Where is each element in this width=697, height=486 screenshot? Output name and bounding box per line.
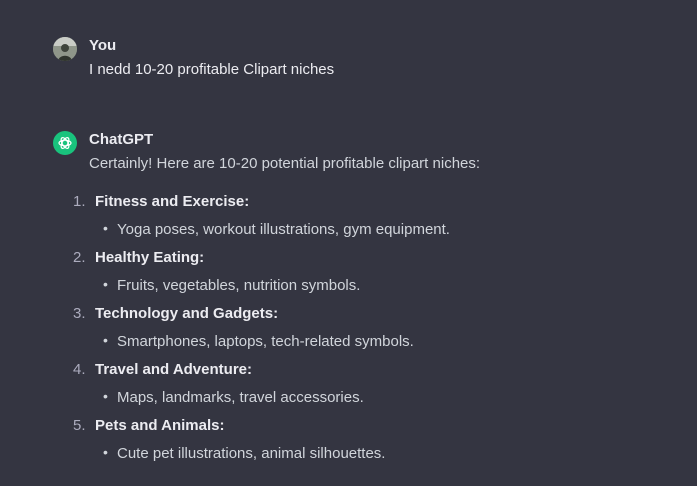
assistant-avatar bbox=[53, 131, 77, 155]
niche-detail: • Fruits, vegetables, nutrition symbols. bbox=[95, 276, 677, 296]
niche-detail-text: Smartphones, laptops, tech-related symbo… bbox=[117, 333, 414, 350]
niche-title: Healthy Eating: bbox=[95, 249, 205, 266]
assistant-message-content: ChatGPT Certainly! Here are 10-20 potent… bbox=[73, 130, 677, 464]
niche-detail-list: • Cute pet illustrations, animal silhouet… bbox=[95, 444, 677, 464]
bullet-icon: • bbox=[103, 220, 108, 236]
niche-title: Technology and Gadgets: bbox=[95, 305, 279, 322]
niche-title: Travel and Adventure: bbox=[95, 361, 252, 378]
niche-list-item: 4. Travel and Adventure: • Maps, landmark… bbox=[73, 360, 677, 408]
niche-detail: • Cute pet illustrations, animal silhouet… bbox=[95, 444, 677, 464]
niche-detail-list: • Maps, landmarks, travel accessories. bbox=[95, 388, 677, 408]
niche-list-item: 1. Fitness and Exercise: • Yoga poses, wo… bbox=[73, 192, 677, 240]
niche-detail-list: • Yoga poses, workout illustrations, gym … bbox=[95, 220, 677, 240]
niche-detail-text: Maps, landmarks, travel accessories. bbox=[117, 389, 364, 406]
bullet-icon: • bbox=[103, 388, 108, 404]
user-message-text: I nedd 10-20 profitable Clipart niches bbox=[89, 61, 335, 78]
niche-list-item: 3. Technology and Gadgets: • Smartphones,… bbox=[73, 304, 677, 352]
niche-number: 1. bbox=[73, 193, 86, 210]
user-message: You I nedd 10-20 profitable Clipart nich… bbox=[53, 36, 677, 80]
bullet-icon: • bbox=[103, 444, 108, 460]
niche-number: 3. bbox=[73, 305, 86, 322]
niche-detail-text: Yoga poses, workout illustrations, gym e… bbox=[117, 221, 450, 238]
bullet-icon: • bbox=[103, 332, 108, 348]
niche-detail: • Smartphones, laptops, tech-related symb… bbox=[95, 332, 677, 352]
niche-list-item: 5. Pets and Animals: • Cute pet illustrat… bbox=[73, 416, 677, 464]
niche-list: 1. Fitness and Exercise: • Yoga poses, wo… bbox=[73, 192, 677, 464]
niche-detail-text: Cute pet illustrations, animal silhouett… bbox=[117, 445, 386, 462]
niche-title: Pets and Animals: bbox=[95, 417, 225, 434]
assistant-intro-text: Certainly! Here are 10-20 potential prof… bbox=[89, 155, 481, 172]
niche-detail: • Yoga poses, workout illustrations, gym … bbox=[95, 220, 677, 240]
niche-list-item: 2. Healthy Eating: • Fruits, vegetables, … bbox=[73, 248, 677, 296]
niche-title: Fitness and Exercise: bbox=[95, 193, 250, 210]
user-author-name: You bbox=[89, 37, 117, 54]
bullet-icon: • bbox=[103, 276, 108, 292]
user-avatar-photo-icon bbox=[53, 37, 77, 61]
niche-number: 5. bbox=[73, 417, 86, 434]
assistant-message: ChatGPT Certainly! Here are 10-20 potent… bbox=[53, 130, 677, 472]
assistant-author-name: ChatGPT bbox=[89, 131, 154, 148]
niche-number: 2. bbox=[73, 249, 86, 266]
niche-detail-list: • Fruits, vegetables, nutrition symbols. bbox=[95, 276, 677, 296]
niche-detail-text: Fruits, vegetables, nutrition symbols. bbox=[117, 277, 361, 294]
user-avatar bbox=[53, 37, 77, 61]
user-message-content: You I nedd 10-20 profitable Clipart nich… bbox=[89, 36, 677, 80]
niche-detail-list: • Smartphones, laptops, tech-related symb… bbox=[95, 332, 677, 352]
openai-logo-icon bbox=[58, 137, 72, 149]
niche-detail: • Maps, landmarks, travel accessories. bbox=[95, 388, 677, 408]
niche-number: 4. bbox=[73, 361, 86, 378]
